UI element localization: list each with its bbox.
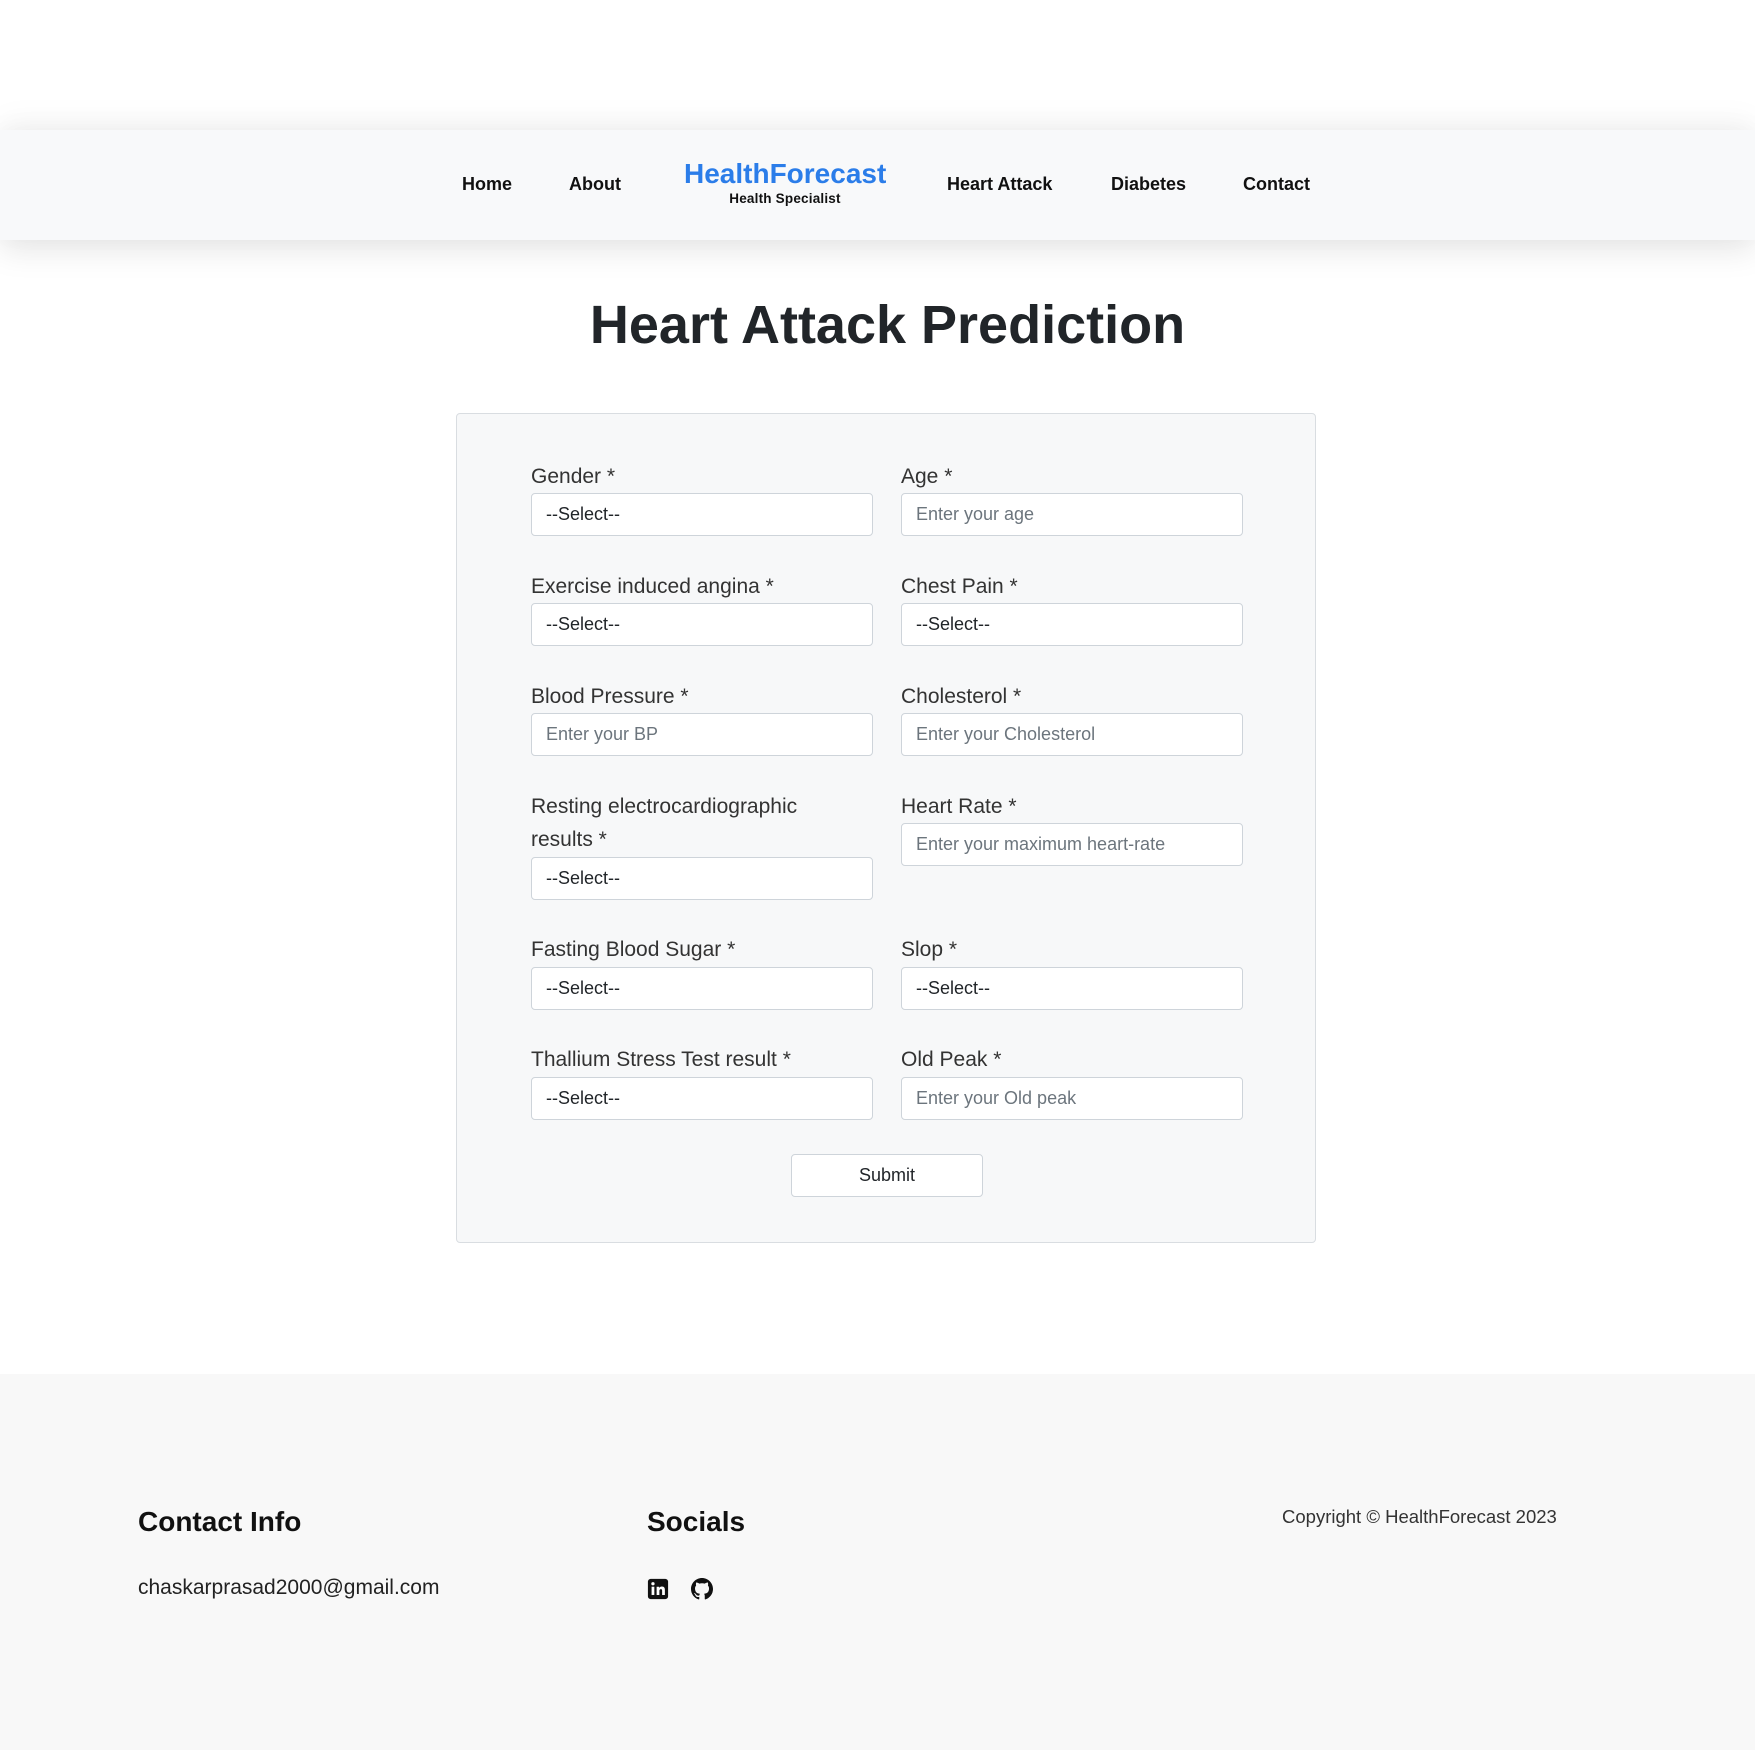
nav-heart-attack-link[interactable]: Heart Attack: [947, 174, 1052, 195]
old-peak-label: Old Peak *: [901, 1048, 1002, 1071]
contact-email: chaskarprasad2000@gmail.com: [138, 1576, 440, 1599]
submit-button[interactable]: Submit: [791, 1154, 983, 1197]
thallium-label: Thallium Stress Test result *: [531, 1048, 791, 1071]
page-title: Heart Attack Prediction: [589, 295, 1186, 355]
ecg-label-line2: results *: [531, 828, 607, 851]
nav-about-link[interactable]: About: [569, 174, 621, 195]
blood-pressure-label: Blood Pressure *: [531, 685, 689, 708]
footer: [0, 1374, 1755, 1750]
slop-label: Slop *: [901, 938, 958, 961]
angina-label: Exercise induced angina *: [531, 575, 774, 598]
cholesterol-label: Cholesterol *: [901, 685, 1022, 708]
github-icon[interactable]: [691, 1578, 713, 1600]
chest-pain-label: Chest Pain *: [901, 575, 1018, 598]
thallium-select[interactable]: --Select--: [531, 1077, 873, 1120]
linkedin-icon[interactable]: [647, 1578, 669, 1600]
chest-pain-select[interactable]: --Select--: [901, 603, 1243, 646]
ecg-select[interactable]: --Select--: [531, 857, 873, 900]
blood-pressure-input[interactable]: Enter your BP: [531, 713, 873, 756]
heart-rate-input[interactable]: Enter your maximum heart-rate: [901, 823, 1243, 866]
age-input[interactable]: Enter your age: [901, 493, 1243, 536]
ecg-label-line1: Resting electrocardiographic: [531, 795, 798, 818]
cholesterol-input[interactable]: Enter your Cholesterol: [901, 713, 1243, 756]
slop-select[interactable]: --Select--: [901, 967, 1243, 1010]
nav-diabetes-link[interactable]: Diabetes: [1111, 174, 1186, 195]
brand-tagline: Health Specialist: [729, 191, 841, 206]
socials-heading: Socials: [647, 1506, 746, 1537]
heart-rate-label: Heart Rate *: [901, 795, 1017, 818]
gender-select[interactable]: --Select--: [531, 493, 873, 536]
old-peak-input[interactable]: Enter your Old peak: [901, 1077, 1243, 1120]
brand-logo[interactable]: HealthForecast Health Specialist: [684, 158, 886, 206]
nav-contact-link[interactable]: Contact: [1243, 174, 1310, 195]
copyright-text: Copyright © HealthForecast 2023: [1282, 1506, 1557, 1527]
nav-home-link[interactable]: Home: [462, 174, 512, 195]
fasting-sugar-label: Fasting Blood Sugar *: [531, 938, 736, 961]
contact-info-heading: Contact Info: [138, 1506, 302, 1537]
angina-select[interactable]: --Select--: [531, 603, 873, 646]
gender-label: Gender *: [531, 465, 616, 488]
fasting-sugar-select[interactable]: --Select--: [531, 967, 873, 1010]
brand-name: HealthForecast: [684, 158, 887, 189]
age-label: Age *: [901, 465, 953, 488]
